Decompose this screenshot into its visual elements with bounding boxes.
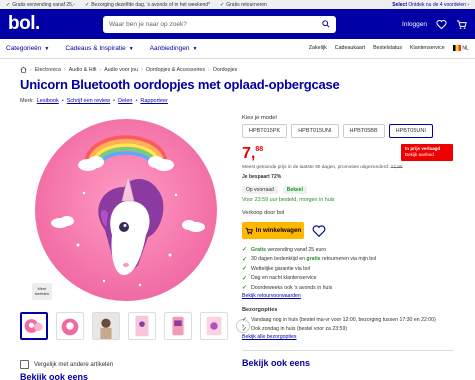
- breadcrumb-item[interactable]: Oordopjes & Accessoires: [146, 67, 205, 73]
- check-icon: ✓: [242, 285, 248, 292]
- bol-logo[interactable]: bol.: [8, 13, 103, 35]
- product-meta: Merk: Lesibook • Schrijf een review • De…: [20, 98, 168, 104]
- nav-gifts[interactable]: Cadeaus & Inspiratie ▼: [65, 45, 133, 52]
- more-images-button[interactable]: Meer beelden: [32, 283, 52, 300]
- promo-item: ✓ Gratis verzending vanaf 25,-: [6, 1, 76, 8]
- cart-row: In winkelwagen: [242, 222, 326, 239]
- brand-link[interactable]: Lesibook: [37, 98, 59, 104]
- model-label: Kies je model: [242, 115, 277, 121]
- search-input[interactable]: Waar ben je naar op zoek?: [103, 15, 336, 33]
- thumbnail[interactable]: [20, 312, 48, 340]
- compare-checkbox[interactable]: [20, 360, 29, 369]
- price: 7,88: [242, 145, 264, 162]
- wishlist-heart-icon[interactable]: [436, 19, 447, 30]
- promo-item: ✓ Bezorging dezelfde dag, 's avonds of in…: [85, 1, 211, 8]
- check-icon: ✓: [85, 1, 90, 8]
- thumbnail[interactable]: [128, 312, 156, 340]
- delivery-options-list: ✓ Vandaag nog in huis (bestel ma-vr voor …: [242, 316, 436, 333]
- thumbnail[interactable]: [200, 312, 228, 340]
- model-option[interactable]: HPBT05BB: [342, 124, 385, 138]
- check-icon: ✓: [6, 1, 11, 8]
- section-title: Bekijk ook eens: [20, 372, 89, 380]
- product-image[interactable]: [20, 115, 232, 305]
- delivery-options-title: Bezorgopties: [242, 307, 278, 313]
- stock-status: Op voorraad Bekeel: [242, 186, 307, 194]
- benefit-item: ✓ Gratis verzending vanaf 25 euro: [242, 246, 327, 254]
- breadcrumb-item[interactable]: Audio & Hifi: [69, 67, 97, 73]
- seller-text: Verkoop door bol: [242, 210, 285, 216]
- chevron-down-icon: ▼: [192, 45, 198, 52]
- belgium-flag-icon: [452, 45, 461, 52]
- return-policy-link[interactable]: Bekijk retourvoorwaarden: [242, 293, 301, 299]
- delivery-option: ✓ Ook zondag in huis (bestel voor za 23:5…: [242, 326, 348, 333]
- nav-deals[interactable]: Aanbiedingen ▼: [150, 45, 198, 52]
- lowest-price-note: Meest getoonde prijs in de laatste 90 da…: [242, 165, 403, 170]
- check-icon: ✓: [242, 256, 248, 263]
- write-review-link[interactable]: Schrijf een review: [67, 98, 110, 104]
- thumbnail[interactable]: [56, 312, 84, 340]
- page-title: Unicorn Bluetooth oordopjes met oplaad-o…: [20, 77, 340, 92]
- section-title: Bekijk ook eens: [242, 358, 311, 368]
- breadcrumb-item[interactable]: Audio voor jou: [104, 67, 138, 73]
- check-icon: ✓: [242, 317, 248, 323]
- benefit-item: ✓ Doordeweeks ook 's avonds in huis: [242, 284, 333, 292]
- savings-text: Je bespaart 72%: [242, 174, 282, 180]
- all-delivery-options-link[interactable]: Bekijk alle bezorgopties: [242, 334, 297, 340]
- main-nav: Categorieën ▼ Cadeaus & Inspiratie ▼ Aanbi…: [0, 39, 475, 59]
- model-option[interactable]: HPBT015PK: [242, 124, 288, 138]
- search-placeholder: Waar ben je naar op zoek?: [109, 20, 187, 28]
- nav-categories[interactable]: Categorieën ▼: [6, 45, 49, 52]
- cart-icon: [245, 227, 253, 234]
- share-link[interactable]: Delen: [118, 98, 132, 104]
- select-promo-link[interactable]: Select Ontdek nu de 4 voordelen ›: [392, 2, 469, 8]
- divider: [242, 350, 454, 351]
- search-icon[interactable]: [322, 20, 330, 28]
- nav-business[interactable]: Zakelijk: [309, 45, 327, 51]
- thumbnail[interactable]: [164, 312, 192, 340]
- promo-bar: ✓ Gratis verzending vanaf 25,- ✓ Bezorging…: [0, 0, 475, 9]
- breadcrumb: › Electronica › Audio & Hifi › Audio voor j…: [20, 66, 237, 73]
- check-icon: ✓: [242, 326, 248, 333]
- delivery-promise: Voor 23:59 uur besteld, morgen in huis: [242, 197, 335, 203]
- nav-order-status[interactable]: Bestelstatus: [373, 45, 402, 51]
- in-stock-tag: Op voorraad: [242, 186, 278, 194]
- breadcrumb-item[interactable]: Oordopjes: [213, 67, 237, 73]
- wishlist-heart-icon[interactable]: [312, 224, 326, 238]
- site-header: bol. Waar ben je naar op zoek? Inloggen: [0, 9, 475, 39]
- model-option[interactable]: HPBT015UNI: [291, 124, 339, 138]
- check-icon: ✓: [242, 275, 248, 282]
- thumbnail[interactable]: [92, 312, 120, 340]
- benefits-list: ✓ Gratis verzending vanaf 25 euro ✓ 30 dag…: [242, 246, 377, 292]
- cart-icon[interactable]: [456, 19, 467, 30]
- nav-customer-service[interactable]: Klantenservice: [410, 45, 445, 51]
- model-option-selected[interactable]: HPBT05UNI: [388, 124, 433, 138]
- benefit-item: ✓ Wettelijke garantie via bol: [242, 265, 311, 273]
- report-link[interactable]: Rapporteer: [140, 98, 168, 104]
- price-drop-badge[interactable]: In prijs verlaagd Bekijk aanbod: [401, 144, 453, 161]
- benefit-item: ✓ 30 dagen bedenktijd en gratis retourner…: [242, 256, 377, 263]
- check-icon: ✓: [220, 1, 225, 8]
- language-selector[interactable]: NL: [452, 45, 469, 52]
- check-icon: ✓: [242, 266, 248, 273]
- compare-label: Vergelijk met andere artikelen: [34, 361, 114, 368]
- check-icon: ✓: [242, 247, 248, 253]
- login-link[interactable]: Inloggen: [402, 21, 427, 28]
- chevron-down-icon: ▼: [128, 45, 134, 52]
- chevron-down-icon: ▼: [44, 45, 50, 52]
- model-selector: HPBT015PK HPBT015UNI HPBT05BB HPBT05UNI: [242, 124, 433, 138]
- thumbnail-strip: ›: [20, 312, 250, 340]
- benefit-item: ✓ Dag en nacht klantenservice: [242, 275, 317, 282]
- compare-checkbox-row[interactable]: Vergelijk met andere artikelen: [20, 360, 113, 369]
- status-badge: Bekeel: [282, 186, 307, 194]
- breadcrumb-item[interactable]: Electronica: [35, 67, 61, 73]
- promo-item: ✓ Gratis retourneren: [220, 1, 267, 8]
- home-icon[interactable]: [20, 66, 27, 73]
- nav-giftcard[interactable]: Cadeaukaart: [335, 45, 365, 51]
- add-to-cart-button[interactable]: In winkelwagen: [242, 222, 304, 239]
- delivery-option: ✓ Vandaag nog in huis (bestel ma-vr voor …: [242, 316, 436, 324]
